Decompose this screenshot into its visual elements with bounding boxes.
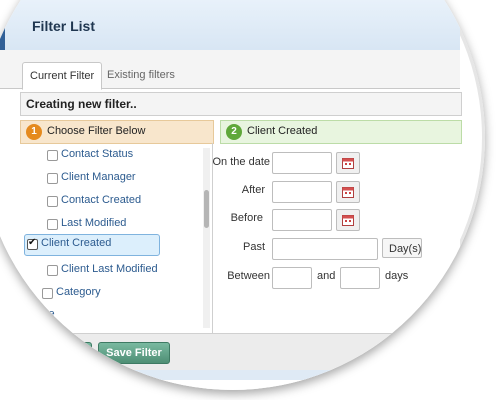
filter-detail-label: Client Created: [247, 125, 318, 137]
filter-item-client-created[interactable]: Client Created: [24, 234, 160, 256]
save-filter-button[interactable]: Save Filter: [98, 342, 170, 364]
cancel-button[interactable]: [58, 342, 92, 364]
between-label: Between: [227, 270, 270, 282]
before-label: Before: [230, 212, 263, 224]
past-label: Past: [242, 241, 265, 253]
tab-existing-filters-label: Existing filters: [107, 69, 175, 81]
calendar-icon: [342, 215, 354, 226]
after-calendar-button[interactable]: [336, 181, 360, 203]
on-the-date-label: On the date: [212, 156, 271, 168]
dialog-title: Filter List: [32, 18, 96, 34]
filter-name-bar: Creating new filter..: [20, 92, 462, 116]
filter-item-label: Contact Status: [61, 148, 134, 160]
between-days-text: days: [385, 270, 409, 282]
checkbox-checked[interactable]: [27, 237, 38, 250]
checkbox[interactable]: [47, 196, 58, 207]
filter-item-label: Contact Created: [61, 194, 142, 206]
after-date-input[interactable]: [272, 181, 332, 203]
calendar-icon: [342, 187, 354, 198]
filter-detail-header: 2 Client Created: [220, 120, 462, 144]
save-filter-label: Save Filter: [106, 347, 162, 359]
calendar-icon: [342, 158, 354, 169]
checkbox[interactable]: [42, 288, 53, 299]
after-label: After: [241, 184, 265, 196]
checkbox[interactable]: [47, 219, 58, 230]
filter-name-text: Creating new filter..: [26, 97, 137, 111]
checkbox[interactable]: [47, 150, 58, 161]
on-the-date-input[interactable]: [272, 152, 332, 174]
filter-item-label: Category: [56, 286, 101, 298]
before-calendar-button[interactable]: [336, 209, 360, 231]
lens-content: Filter List Current Filter Existing filt…: [0, 0, 480, 390]
past-unit-select[interactable]: Day(s): [382, 238, 422, 258]
before-date-input[interactable]: [272, 209, 332, 231]
filter-item-label: Client Created: [41, 237, 112, 249]
tab-strip: Current Filter Existing filters: [0, 50, 460, 90]
choose-filter-label: Choose Filter Below: [47, 125, 146, 137]
between-end-input[interactable]: [340, 267, 380, 289]
step-two-badge: 2: [226, 124, 242, 140]
tab-current-filter[interactable]: Current Filter: [22, 62, 103, 90]
dialog-titlebar: Filter List: [0, 0, 460, 51]
filter-item-label: Client Last Modified: [61, 263, 158, 275]
filter-item-label: Last Modified: [61, 217, 127, 229]
filter-item-label: ze: [43, 308, 55, 320]
checkbox[interactable]: [47, 265, 58, 276]
titlebar-accent: [0, 0, 5, 50]
between-start-input[interactable]: [272, 267, 312, 289]
tab-current-filter-label: Current Filter: [30, 70, 95, 82]
filter-item-label: Client Manager: [61, 171, 136, 183]
choose-filter-header: 1 Choose Filter Below: [20, 120, 214, 144]
footer-strip: [20, 370, 460, 380]
filter-dialog: Filter List Current Filter Existing filt…: [0, 0, 462, 390]
step-one-badge: 1: [26, 124, 42, 140]
between-and-text: and: [317, 270, 336, 282]
list-scrollbar[interactable]: [203, 148, 210, 328]
past-input[interactable]: [272, 238, 378, 260]
tab-existing-filters[interactable]: Existing filters: [100, 62, 182, 88]
magnifier-lens: Filter List Current Filter Existing filt…: [0, 0, 485, 390]
on-the-date-calendar-button[interactable]: [336, 152, 360, 174]
checkbox[interactable]: [47, 173, 58, 184]
